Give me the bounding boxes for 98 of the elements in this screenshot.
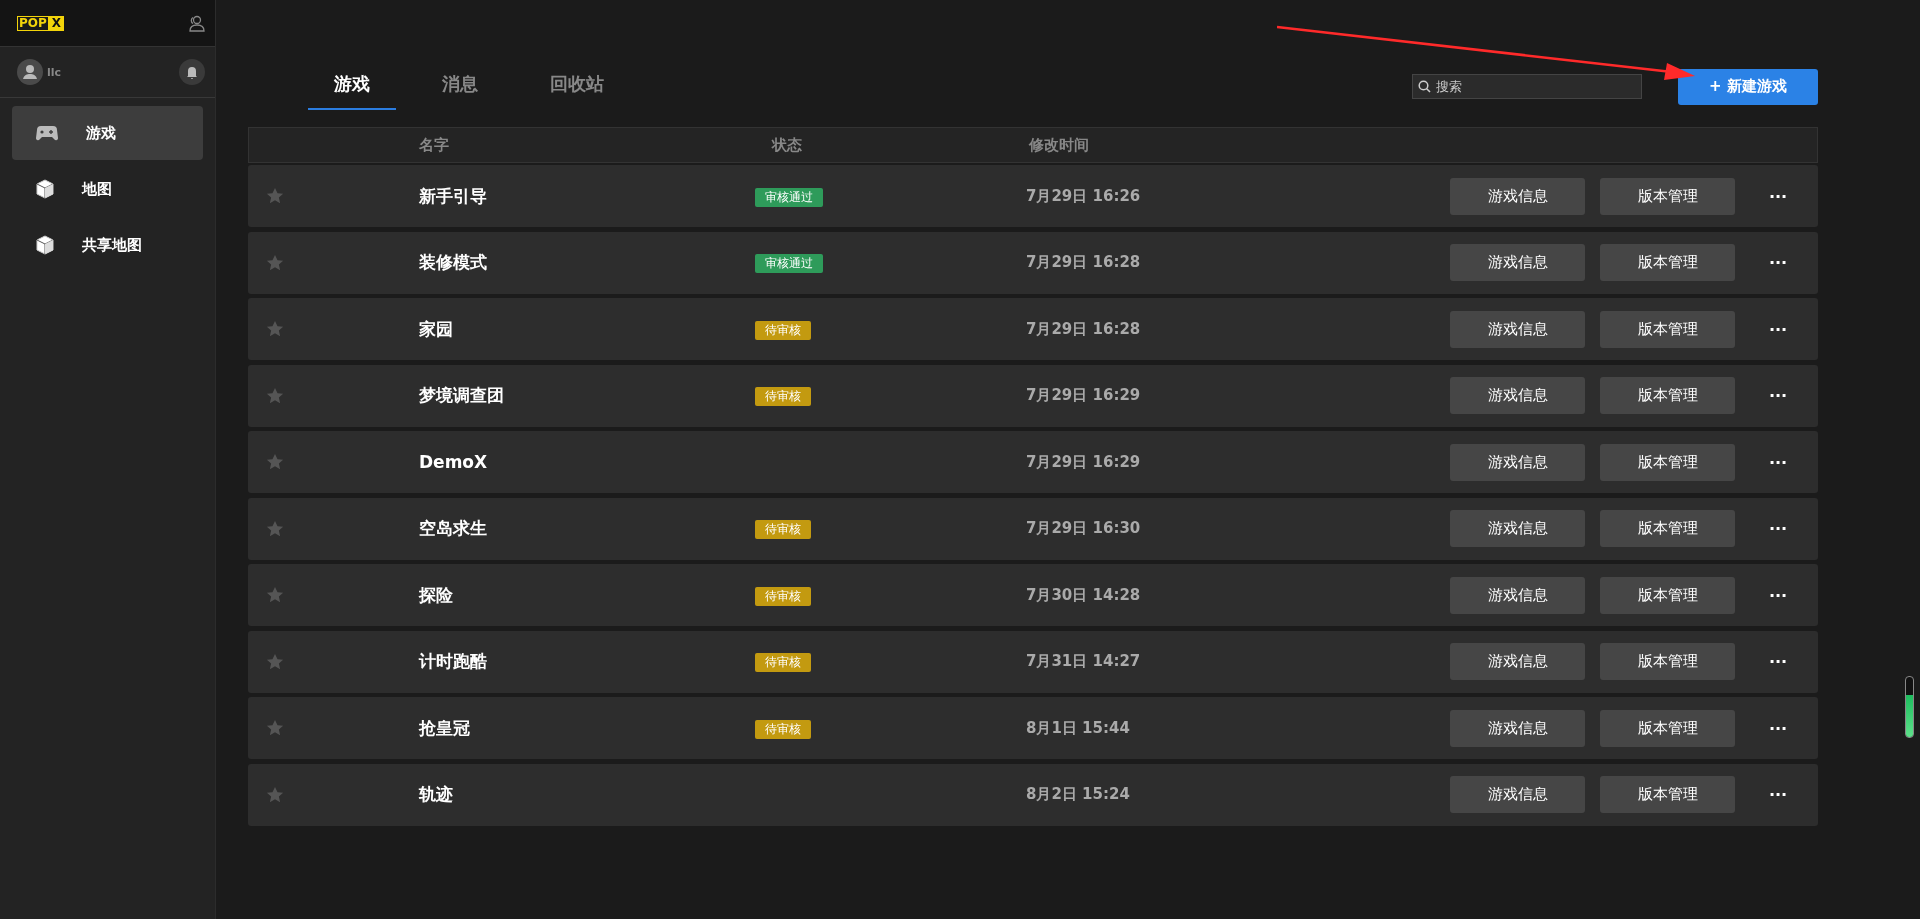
row-action-button[interactable]: 版本管理 <box>1600 244 1735 281</box>
more-button[interactable]: ··· <box>1758 717 1798 739</box>
game-name: 家园 <box>418 317 454 341</box>
tab[interactable]: 回收站 <box>524 63 630 110</box>
modified-time: 7月29日 16:28 <box>1026 253 1142 272</box>
sidebar-item[interactable]: 共享地图 <box>12 218 203 272</box>
bell-icon[interactable] <box>179 59 205 85</box>
game-name: 新手引导 <box>418 184 488 208</box>
more-button[interactable]: ··· <box>1758 451 1798 473</box>
sidebar-item[interactable]: 游戏 <box>12 106 203 160</box>
row-action-button[interactable]: 游戏信息 <box>1450 177 1585 215</box>
modified-time: 7月29日 16:30 <box>1026 519 1142 538</box>
game-row[interactable]: 轨迹 8月2日 15:24 游戏信息 版本管理 ··· <box>248 763 1818 826</box>
modified-time: 7月31日 14:27 <box>1026 652 1142 671</box>
game-name: 轨迹 <box>417 783 454 806</box>
game-row[interactable]: 计时跑酷 待审核 7月31日 14:27 游戏信息 版本管理 ··· <box>248 630 1818 693</box>
game-name: 探险 <box>417 583 454 607</box>
row-action-button[interactable]: 版本管理 <box>1600 377 1735 414</box>
star-icon[interactable] <box>266 453 284 471</box>
row-action-button[interactable]: 游戏信息 <box>1450 244 1585 281</box>
row-action-button[interactable]: 版本管理 <box>1600 177 1735 215</box>
row-action-button[interactable]: 游戏信息 <box>1450 310 1585 348</box>
game-row[interactable]: 抢皇冠 待审核 8月1日 15:44 游戏信息 版本管理 ··· <box>248 697 1818 759</box>
more-button[interactable]: ··· <box>1758 518 1798 539</box>
star-icon[interactable] <box>266 519 284 538</box>
row-action-button[interactable]: 版本管理 <box>1600 510 1735 547</box>
star-icon[interactable] <box>266 187 284 205</box>
search-icon <box>1418 80 1431 93</box>
search-field[interactable]: 搜索 <box>1412 74 1642 99</box>
column-header: 修改时间 <box>1029 135 1089 155</box>
status-label: 待审核 <box>755 653 811 672</box>
game-row[interactable]: 家园 待审核 7月29日 16:28 游戏信息 版本管理 ··· <box>248 298 1818 360</box>
row-action-button[interactable]: 游戏信息 <box>1450 643 1585 680</box>
modified-time: 7月29日 16:28 <box>1026 319 1142 339</box>
row-action-button[interactable]: 版本管理 <box>1600 776 1735 813</box>
more-button[interactable]: ··· <box>1758 185 1798 207</box>
cube-icon <box>36 235 54 255</box>
star-icon[interactable] <box>266 719 284 737</box>
game-row[interactable]: 探险 待审核 7月30日 14:28 游戏信息 版本管理 ··· <box>248 564 1818 626</box>
gamepad-icon <box>36 125 58 141</box>
game-name: 空岛求生 <box>418 517 488 540</box>
row-action-button[interactable]: 游戏信息 <box>1450 443 1585 481</box>
tab[interactable]: 消息 <box>416 63 504 110</box>
game-name: 抢皇冠 <box>417 716 471 740</box>
game-row[interactable]: 梦境调查团 待审核 7月29日 16:29 游戏信息 版本管理 ··· <box>248 364 1818 427</box>
row-action-button[interactable]: 版本管理 <box>1600 709 1735 747</box>
modified-time: 8月1日 15:44 <box>1026 718 1131 738</box>
game-row[interactable]: 装修模式 审核通过 7月29日 16:28 游戏信息 版本管理 ··· <box>248 231 1818 294</box>
row-action-button[interactable]: 版本管理 <box>1600 443 1735 481</box>
row-action-button[interactable]: 游戏信息 <box>1450 776 1585 813</box>
more-button[interactable]: ··· <box>1758 784 1798 805</box>
new-game-button[interactable]: + 新建游戏 <box>1678 68 1818 105</box>
more-button[interactable]: ··· <box>1758 651 1798 672</box>
tab[interactable]: 游戏 <box>308 63 396 110</box>
modified-time: 7月29日 16:29 <box>1026 386 1142 405</box>
status-label: 待审核 <box>755 520 811 539</box>
avatar-icon[interactable] <box>17 59 43 85</box>
more-button[interactable]: ··· <box>1758 385 1798 406</box>
star-icon[interactable] <box>266 785 284 804</box>
user-name: llc <box>47 65 63 79</box>
star-icon[interactable] <box>266 586 284 604</box>
status-label: 待审核 <box>755 387 811 406</box>
users-icon[interactable] <box>187 14 205 32</box>
cube-icon <box>36 179 54 199</box>
game-name: 梦境调查团 <box>418 384 505 407</box>
star-icon[interactable] <box>266 253 284 272</box>
game-row[interactable]: DemoX 7月29日 16:29 游戏信息 版本管理 ··· <box>248 431 1818 493</box>
game-name: 计时跑酷 <box>417 650 488 673</box>
game-row[interactable]: 新手引导 审核通过 7月29日 16:26 游戏信息 版本管理 ··· <box>248 165 1818 227</box>
status-label: 审核通过 <box>755 187 823 207</box>
star-icon[interactable] <box>266 320 284 338</box>
status-label: 待审核 <box>755 320 811 340</box>
game-row[interactable]: 空岛求生 待审核 7月29日 16:30 游戏信息 版本管理 ··· <box>248 497 1818 560</box>
status-label: 待审核 <box>755 719 811 739</box>
row-action-button[interactable]: 游戏信息 <box>1450 377 1585 414</box>
row-action-button[interactable]: 版本管理 <box>1600 310 1735 348</box>
more-button[interactable]: ··· <box>1758 584 1798 606</box>
modified-time: 8月2日 15:24 <box>1026 785 1131 804</box>
logo: POP X <box>17 15 65 31</box>
row-action-button[interactable]: 版本管理 <box>1600 576 1735 614</box>
game-name: 装修模式 <box>418 251 488 274</box>
row-action-button[interactable]: 游戏信息 <box>1450 510 1585 547</box>
status-label: 审核通过 <box>755 254 823 273</box>
modified-time: 7月29日 16:29 <box>1026 452 1142 472</box>
row-action-button[interactable]: 版本管理 <box>1600 643 1735 680</box>
game-name: DemoX <box>418 452 489 472</box>
column-header: 状态 <box>772 135 803 155</box>
row-action-button[interactable]: 游戏信息 <box>1450 709 1585 747</box>
modified-time: 7月30日 14:28 <box>1026 585 1142 605</box>
star-icon[interactable] <box>266 652 284 671</box>
row-action-button[interactable]: 游戏信息 <box>1450 576 1585 614</box>
modified-time: 7月29日 16:26 <box>1026 186 1142 206</box>
sidebar-item[interactable]: 地图 <box>12 162 203 216</box>
star-icon[interactable] <box>266 386 284 405</box>
more-button[interactable]: ··· <box>1758 252 1798 273</box>
column-header: 名字 <box>418 135 450 155</box>
more-button[interactable]: ··· <box>1758 318 1798 340</box>
status-label: 待审核 <box>755 586 811 606</box>
